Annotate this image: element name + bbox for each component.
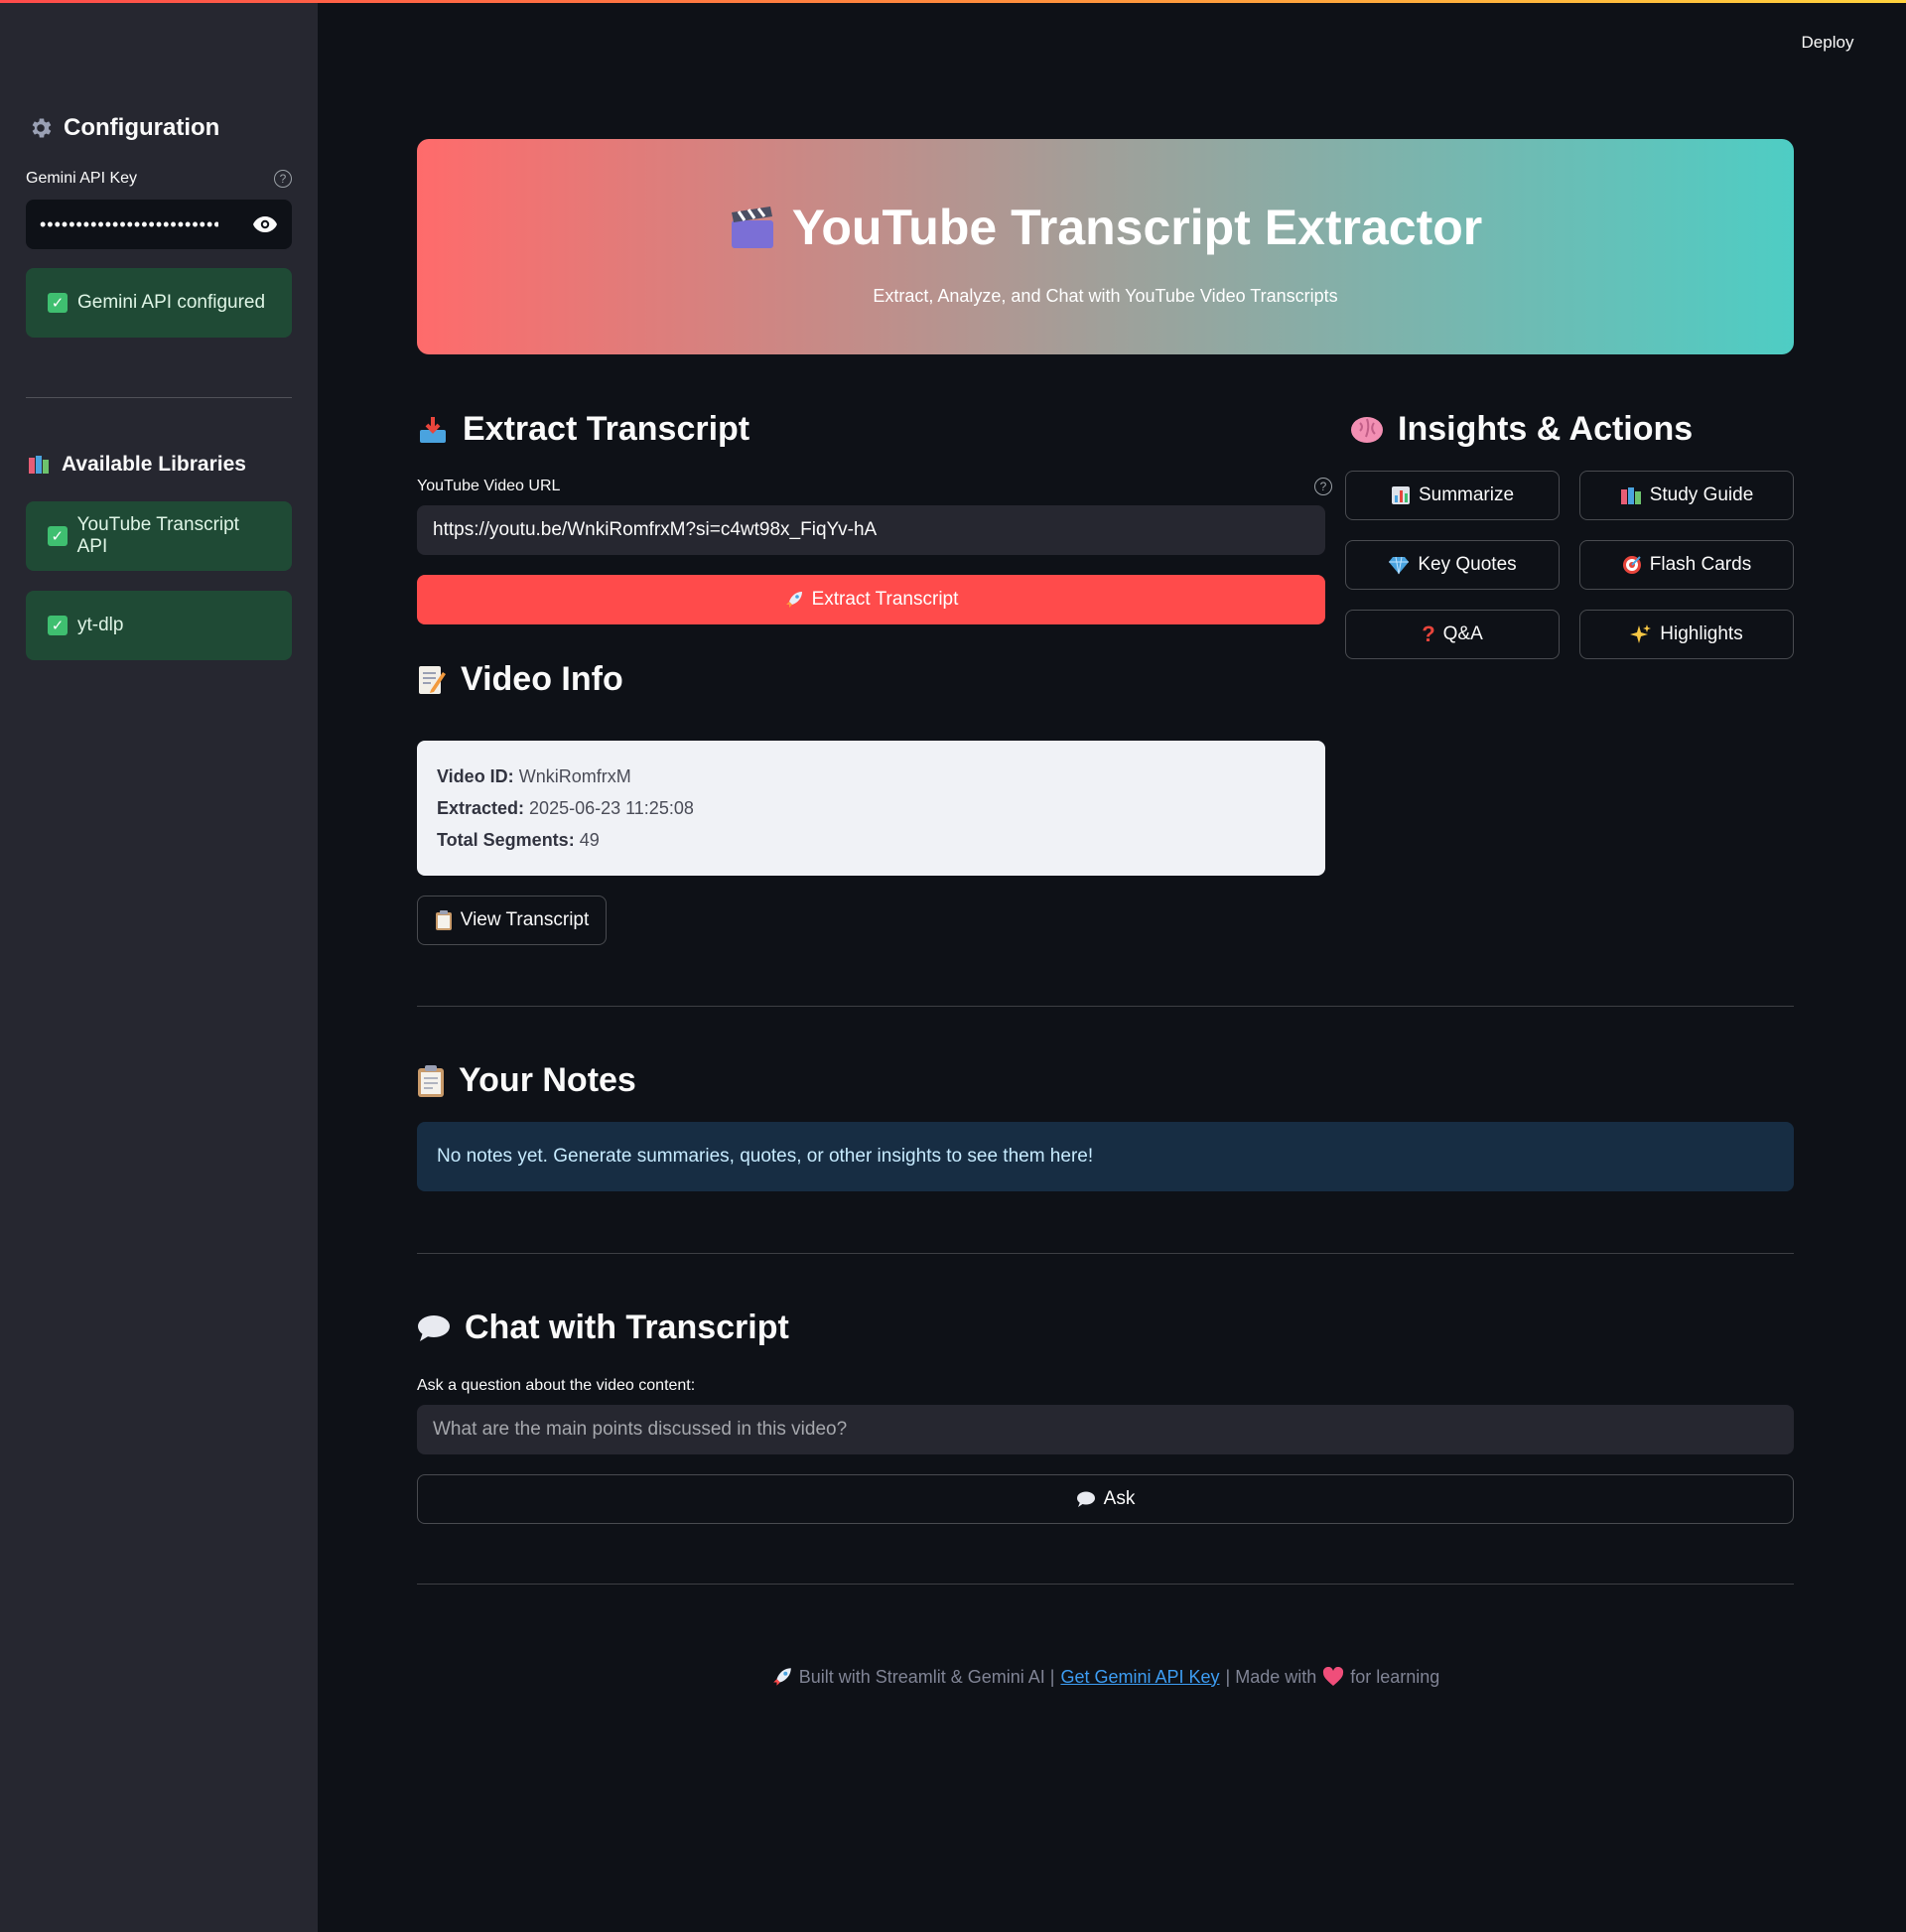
extract-heading: Extract Transcript	[417, 410, 749, 449]
api-status-box: ✓ Gemini API configured	[26, 268, 292, 338]
video-info-heading-text: Video Info	[461, 660, 623, 698]
inbox-tray-icon	[417, 414, 449, 446]
clipboard-icon	[417, 1064, 445, 1098]
video-info-heading: Video Info	[417, 660, 623, 699]
question-input[interactable]: What are the main points discussed in th…	[417, 1405, 1794, 1454]
notes-heading: Your Notes	[417, 1061, 636, 1100]
check-icon: ✓	[48, 293, 68, 313]
url-label: YouTube Video URL	[417, 478, 561, 494]
footer-end-text: for learning	[1350, 1666, 1440, 1687]
sidebar-title-text: Configuration	[64, 114, 220, 141]
target-icon	[1622, 555, 1642, 575]
notes-heading-text: Your Notes	[459, 1061, 636, 1099]
highlights-button[interactable]: Highlights	[1579, 610, 1794, 659]
key-quotes-button[interactable]: Key Quotes	[1345, 540, 1560, 590]
bar-chart-icon	[1391, 485, 1411, 505]
section-divider	[417, 1584, 1794, 1585]
banner-title: YouTube Transcript Extractor	[417, 199, 1794, 256]
check-icon: ✓	[48, 616, 68, 635]
flash-cards-label: Flash Cards	[1649, 554, 1752, 575]
section-divider	[417, 1006, 1794, 1007]
eye-icon[interactable]	[252, 215, 278, 233]
books-icon	[28, 454, 52, 476]
books-icon	[1620, 485, 1642, 505]
footer-built-text: Built with Streamlit & Gemini AI |	[798, 1666, 1055, 1687]
study-guide-label: Study Guide	[1649, 484, 1754, 505]
rocket-icon	[771, 1666, 793, 1688]
extracted-row: Extracted: 2025-06-23 11:25:08	[437, 792, 1305, 824]
sidebar-config-title: Configuration	[28, 114, 219, 142]
video-id-value: WnkiRomfrxM	[518, 766, 631, 786]
banner-title-text: YouTube Transcript Extractor	[791, 200, 1483, 255]
library-item: ✓ YouTube Transcript API	[26, 501, 292, 571]
library-name: yt-dlp	[77, 615, 124, 635]
extract-button[interactable]: Extract Transcript	[417, 575, 1325, 624]
chat-heading: Chat with Transcript	[417, 1309, 789, 1347]
footer-made-text: | Made with	[1225, 1666, 1317, 1687]
view-transcript-button[interactable]: View Transcript	[417, 896, 607, 945]
sparkles-icon	[1630, 623, 1652, 645]
gemini-api-key-link[interactable]: Get Gemini API Key	[1060, 1667, 1219, 1688]
extracted-label: Extracted:	[437, 798, 525, 818]
clapperboard-icon	[729, 205, 776, 250]
section-divider	[417, 1253, 1794, 1254]
heart-icon	[1322, 1667, 1344, 1687]
footer: Built with Streamlit & Gemini AI | Get G…	[417, 1666, 1794, 1688]
check-icon: ✓	[48, 526, 68, 546]
insights-heading-text: Insights & Actions	[1398, 410, 1694, 448]
question-label: Ask a question about the video content:	[417, 1377, 696, 1394]
ask-button-label: Ask	[1103, 1488, 1136, 1509]
question-icon: ?	[1422, 621, 1435, 646]
key-quotes-label: Key Quotes	[1418, 554, 1517, 575]
insights-heading: Insights & Actions	[1350, 410, 1693, 449]
api-key-label: Gemini API Key	[26, 170, 138, 187]
help-icon[interactable]: ?	[274, 170, 292, 188]
segments-value: 49	[579, 830, 600, 850]
qa-button[interactable]: ? Q&A	[1345, 610, 1560, 659]
view-transcript-label: View Transcript	[460, 909, 590, 930]
library-name: YouTube Transcript API	[76, 514, 239, 557]
api-key-input[interactable]: ••••••••••••••••••••••••••••••	[26, 200, 292, 249]
url-input[interactable]: https://youtu.be/WnkiRomfrxM?si=c4wt98x_…	[417, 505, 1325, 555]
gem-icon	[1388, 555, 1410, 575]
extract-button-label: Extract Transcript	[811, 589, 959, 610]
extract-heading-text: Extract Transcript	[463, 410, 750, 448]
study-guide-button[interactable]: Study Guide	[1579, 471, 1794, 520]
clipboard-icon	[435, 909, 453, 931]
gear-icon	[28, 115, 54, 141]
memo-icon	[417, 664, 447, 696]
notes-empty-message: No notes yet. Generate summaries, quotes…	[417, 1122, 1794, 1191]
hero-banner: YouTube Transcript Extractor Extract, An…	[417, 139, 1794, 354]
summarize-label: Summarize	[1418, 484, 1515, 505]
library-item: ✓ yt-dlp	[26, 591, 292, 660]
sidebar: Configuration Gemini API Key ? •••••••••…	[0, 3, 318, 1932]
ask-button[interactable]: Ask	[417, 1474, 1794, 1524]
segments-row: Total Segments: 49	[437, 824, 1305, 856]
chat-heading-text: Chat with Transcript	[465, 1309, 789, 1346]
help-icon[interactable]: ?	[1314, 478, 1332, 495]
api-key-value: ••••••••••••••••••••••••••••••	[40, 213, 218, 234]
video-info-card: Video ID: WnkiRomfrxM Extracted: 2025-06…	[417, 741, 1325, 876]
libraries-title-text: Available Libraries	[62, 453, 246, 476]
summarize-button[interactable]: Summarize	[1345, 471, 1560, 520]
brain-icon	[1350, 415, 1384, 445]
libraries-title: Available Libraries	[28, 453, 246, 477]
rocket-icon	[784, 590, 804, 610]
segments-label: Total Segments:	[437, 830, 575, 850]
main-content: Deploy YouTube Transcript Extractor Extr…	[318, 3, 1906, 1932]
extracted-value: 2025-06-23 11:25:08	[529, 798, 694, 818]
video-id-label: Video ID:	[437, 766, 514, 786]
highlights-label: Highlights	[1660, 623, 1743, 644]
qa-label: Q&A	[1442, 623, 1483, 644]
speech-bubble-icon	[1076, 1490, 1096, 1508]
api-status-text: Gemini API configured	[77, 292, 266, 313]
deploy-button[interactable]: Deploy	[1783, 27, 1872, 59]
video-id-row: Video ID: WnkiRomfrxM	[437, 760, 1305, 792]
banner-subtitle: Extract, Analyze, and Chat with YouTube …	[873, 286, 1338, 306]
speech-bubble-icon	[417, 1313, 451, 1343]
sidebar-divider	[26, 397, 292, 398]
flash-cards-button[interactable]: Flash Cards	[1579, 540, 1794, 590]
